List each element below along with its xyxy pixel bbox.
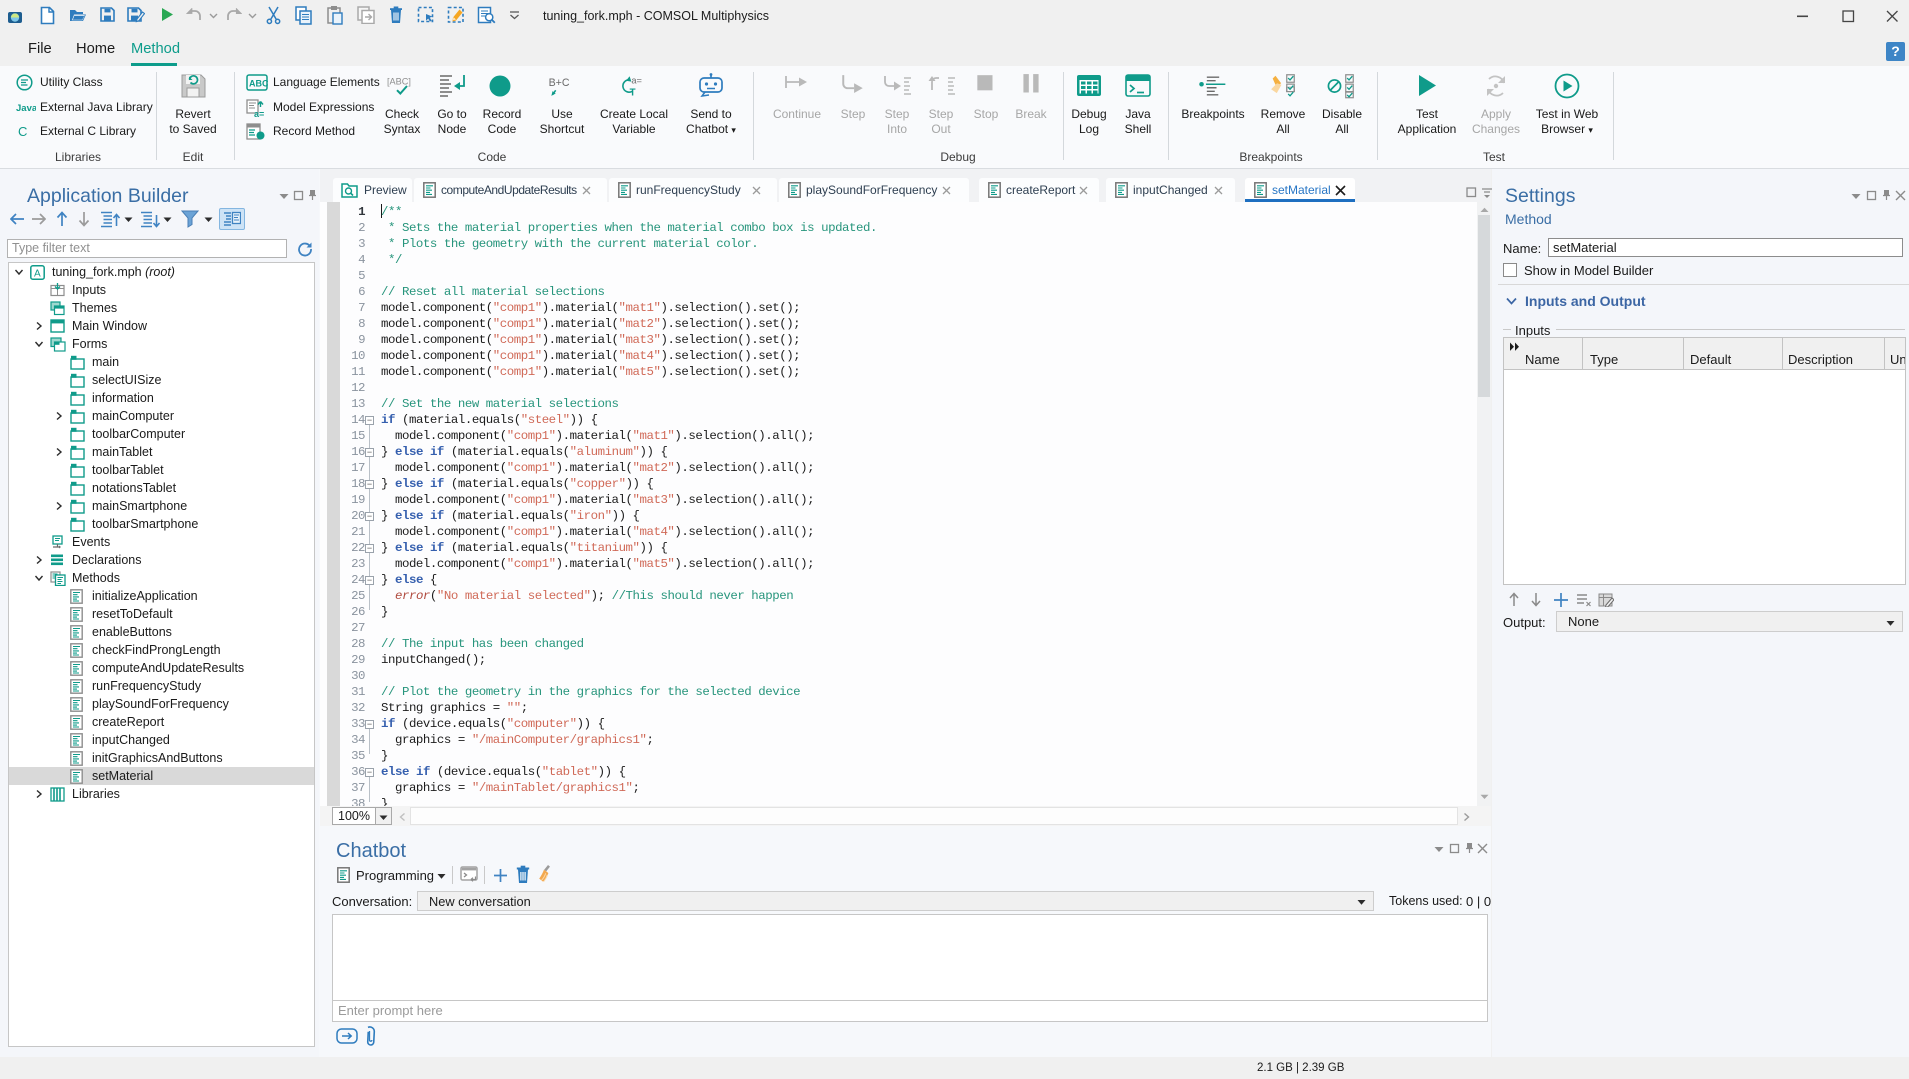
svg-text:C: C: [18, 124, 27, 139]
svg-text:A: A: [34, 269, 41, 280]
svg-text:T: T: [630, 88, 636, 99]
svg-text:a=: a=: [254, 109, 264, 118]
svg-text:ABC: ABC: [249, 79, 268, 89]
svg-text:B+C: B+C: [549, 77, 570, 89]
svg-text:a=: a=: [631, 75, 642, 85]
svg-text:[ABC]: [ABC]: [387, 76, 411, 86]
svg-text:Java: Java: [16, 103, 36, 114]
